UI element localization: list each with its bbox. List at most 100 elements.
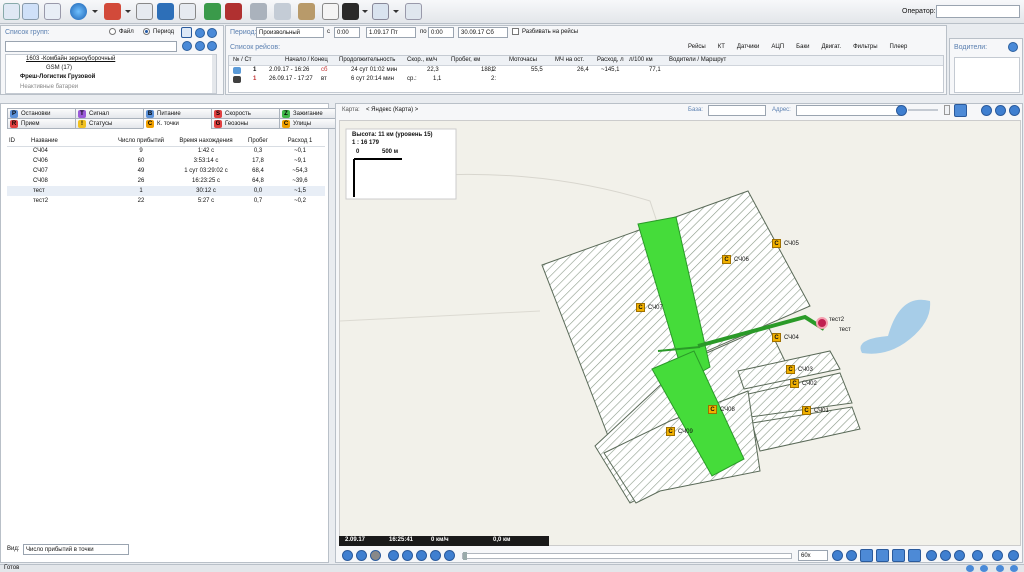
status-warning-icon[interactable] — [980, 565, 988, 572]
vehicle-marker-icon[interactable] — [816, 317, 828, 329]
table-icon[interactable] — [157, 3, 174, 20]
player-to-start-button[interactable] — [342, 550, 353, 561]
control-point-СЧ07[interactable]: C СЧ07 — [636, 303, 663, 312]
map-mode-button[interactable] — [954, 104, 967, 117]
status-settings-icon[interactable] — [996, 565, 1004, 572]
zoom-select[interactable]: 60x — [798, 550, 828, 561]
satellite-icon[interactable] — [44, 3, 61, 20]
download-icon[interactable] — [204, 3, 221, 20]
chevron-down-icon[interactable] — [125, 10, 131, 13]
chart-icon[interactable] — [136, 3, 153, 20]
tab-geozones[interactable]: G Геозоны — [211, 118, 280, 129]
groups-tree-scrollbar[interactable] — [212, 55, 216, 93]
tab-statuses[interactable]: ! Статусы — [75, 118, 144, 129]
map-fullscreen-button[interactable] — [1008, 550, 1019, 561]
ruler-button[interactable] — [876, 549, 889, 562]
radio-period[interactable] — [143, 28, 150, 35]
tab-trips[interactable]: Рейсы — [688, 44, 706, 50]
map-info-button[interactable] — [954, 550, 965, 561]
upload-icon[interactable] — [225, 3, 242, 20]
tab-engine[interactable]: Двигат. — [821, 44, 841, 50]
address-input[interactable] — [796, 105, 902, 116]
control-point-СЧ02[interactable]: C СЧ02 — [790, 379, 817, 388]
groups-refresh-button[interactable] — [195, 28, 205, 38]
tab-receive[interactable]: R Прием — [7, 118, 76, 129]
player-stop-button[interactable] — [356, 550, 367, 561]
player-back-button[interactable] — [402, 550, 413, 561]
tree-item-inactive[interactable]: Неактивные батареи — [20, 84, 78, 90]
control-point-СЧ05[interactable]: C СЧ05 — [772, 239, 799, 248]
opacity-slider-handle[interactable] — [944, 105, 950, 115]
chevron-down-icon[interactable] — [92, 10, 98, 13]
groups-add-button[interactable] — [195, 41, 205, 51]
grid-icon[interactable] — [179, 3, 196, 20]
opacity-slider[interactable] — [908, 109, 938, 111]
period-select[interactable]: Произвольный — [256, 27, 324, 38]
tree-item-fresh-logistic[interactable]: Фреш-Логистик Грузовой — [20, 74, 95, 80]
groups-search-input[interactable] — [5, 41, 177, 52]
to-time-input[interactable]: 0:00 — [428, 27, 454, 38]
zoom-out-button[interactable] — [846, 550, 857, 561]
trip-row-1[interactable]: 1 2.09.17 - 16:26 сб 24 сут 01:02 мин 22… — [229, 67, 943, 76]
map-settings-button[interactable] — [995, 105, 1006, 116]
globe-icon[interactable] — [70, 3, 87, 20]
map-export-button[interactable] — [940, 550, 951, 561]
settings-icon[interactable] — [372, 3, 389, 20]
tab-control-points[interactable]: C К. точки — [143, 118, 212, 129]
operator-select[interactable] — [936, 5, 1020, 18]
kt-row[interactable]: СЧ07 49 1 сут 03:29:02 с 68,4 ~54,3 — [7, 166, 325, 176]
zoom-in-button[interactable] — [832, 550, 843, 561]
truck-icon[interactable] — [104, 3, 121, 20]
from-time-input[interactable]: 0:00 — [334, 27, 360, 38]
fuel-icon[interactable] — [298, 3, 315, 20]
map-settings2-button[interactable] — [992, 550, 1003, 561]
control-point-СЧ06[interactable]: C СЧ06 — [722, 255, 749, 264]
map-refresh-button[interactable] — [981, 105, 992, 116]
trip-row-2[interactable]: 1 26.09.17 - 17:27 вт 6 сут 20:14 мин ср… — [229, 76, 943, 85]
player-play-button[interactable] — [416, 550, 427, 561]
map-close-button[interactable] — [1009, 105, 1020, 116]
control-point-СЧ09[interactable]: C СЧ09 — [666, 427, 693, 436]
split-checkbox[interactable] — [512, 28, 519, 35]
map-canvas[interactable]: Высота: 11 км (уровень 15) 1 : 16 179 0 … — [339, 120, 1021, 546]
address-search-button[interactable] — [896, 105, 907, 116]
player-timeline[interactable] — [462, 553, 792, 559]
plane-icon[interactable] — [405, 3, 422, 20]
control-point-СЧ04[interactable]: C СЧ04 — [772, 333, 799, 342]
clipboard-icon[interactable] — [322, 3, 339, 20]
kt-row[interactable]: СЧ06 60 3:53:14 с 17,8 ~9,1 — [7, 156, 325, 166]
chevron-down-icon[interactable] — [393, 10, 399, 13]
map-print-button[interactable] — [926, 550, 937, 561]
kt-row[interactable]: тест 1 30:12 с 0,0 ~1,5 — [7, 186, 325, 196]
map-name[interactable]: < Яндекс (Карта) > — [366, 107, 418, 113]
control-point-тест2[interactable]: тест2 — [826, 317, 844, 323]
player-record-button[interactable] — [370, 550, 381, 561]
chevron-down-icon[interactable] — [362, 10, 368, 13]
base-select[interactable] — [708, 105, 766, 116]
tree-item-gsm[interactable]: GSM (17) — [46, 65, 72, 71]
control-point-СЧ08[interactable]: C СЧ08 — [708, 405, 735, 414]
tab-sensors[interactable]: Датчики — [737, 44, 759, 50]
stack-icon[interactable] — [250, 3, 267, 20]
tab-tanks[interactable]: Баки — [796, 44, 809, 50]
printer-icon[interactable] — [342, 3, 359, 20]
player-rewind-button[interactable] — [388, 550, 399, 561]
player-fastforward-button[interactable] — [444, 550, 455, 561]
tree-item-combine[interactable]: 1603 -Комбайн зерноуборочный — [26, 56, 115, 62]
kt-row[interactable]: СЧ08 26 16:23:25 с 64,8 ~39,6 — [7, 176, 325, 186]
player-forward-button[interactable] — [430, 550, 441, 561]
view-select[interactable]: Число прибытий в точки — [23, 544, 129, 555]
kt-row[interactable]: СЧ04 9 1:42 с 0,3 ~0,1 — [7, 146, 325, 156]
fit-button[interactable] — [892, 549, 905, 562]
kt-row[interactable]: тест2 22 5:27 с 0,7 ~0,2 — [7, 196, 325, 206]
tab-adc[interactable]: АЦП — [771, 44, 784, 50]
radio-file[interactable] — [109, 28, 116, 35]
select-area-button[interactable] — [860, 549, 873, 562]
status-info-icon[interactable] — [966, 565, 974, 572]
map-help-button[interactable] — [972, 550, 983, 561]
control-point-тест[interactable]: тест — [836, 327, 851, 333]
control-point-СЧ01[interactable]: C СЧ01 — [802, 406, 829, 415]
groups-delete-button[interactable] — [207, 41, 217, 51]
document-icon[interactable] — [22, 3, 39, 20]
drivers-close-button[interactable] — [1008, 42, 1018, 52]
